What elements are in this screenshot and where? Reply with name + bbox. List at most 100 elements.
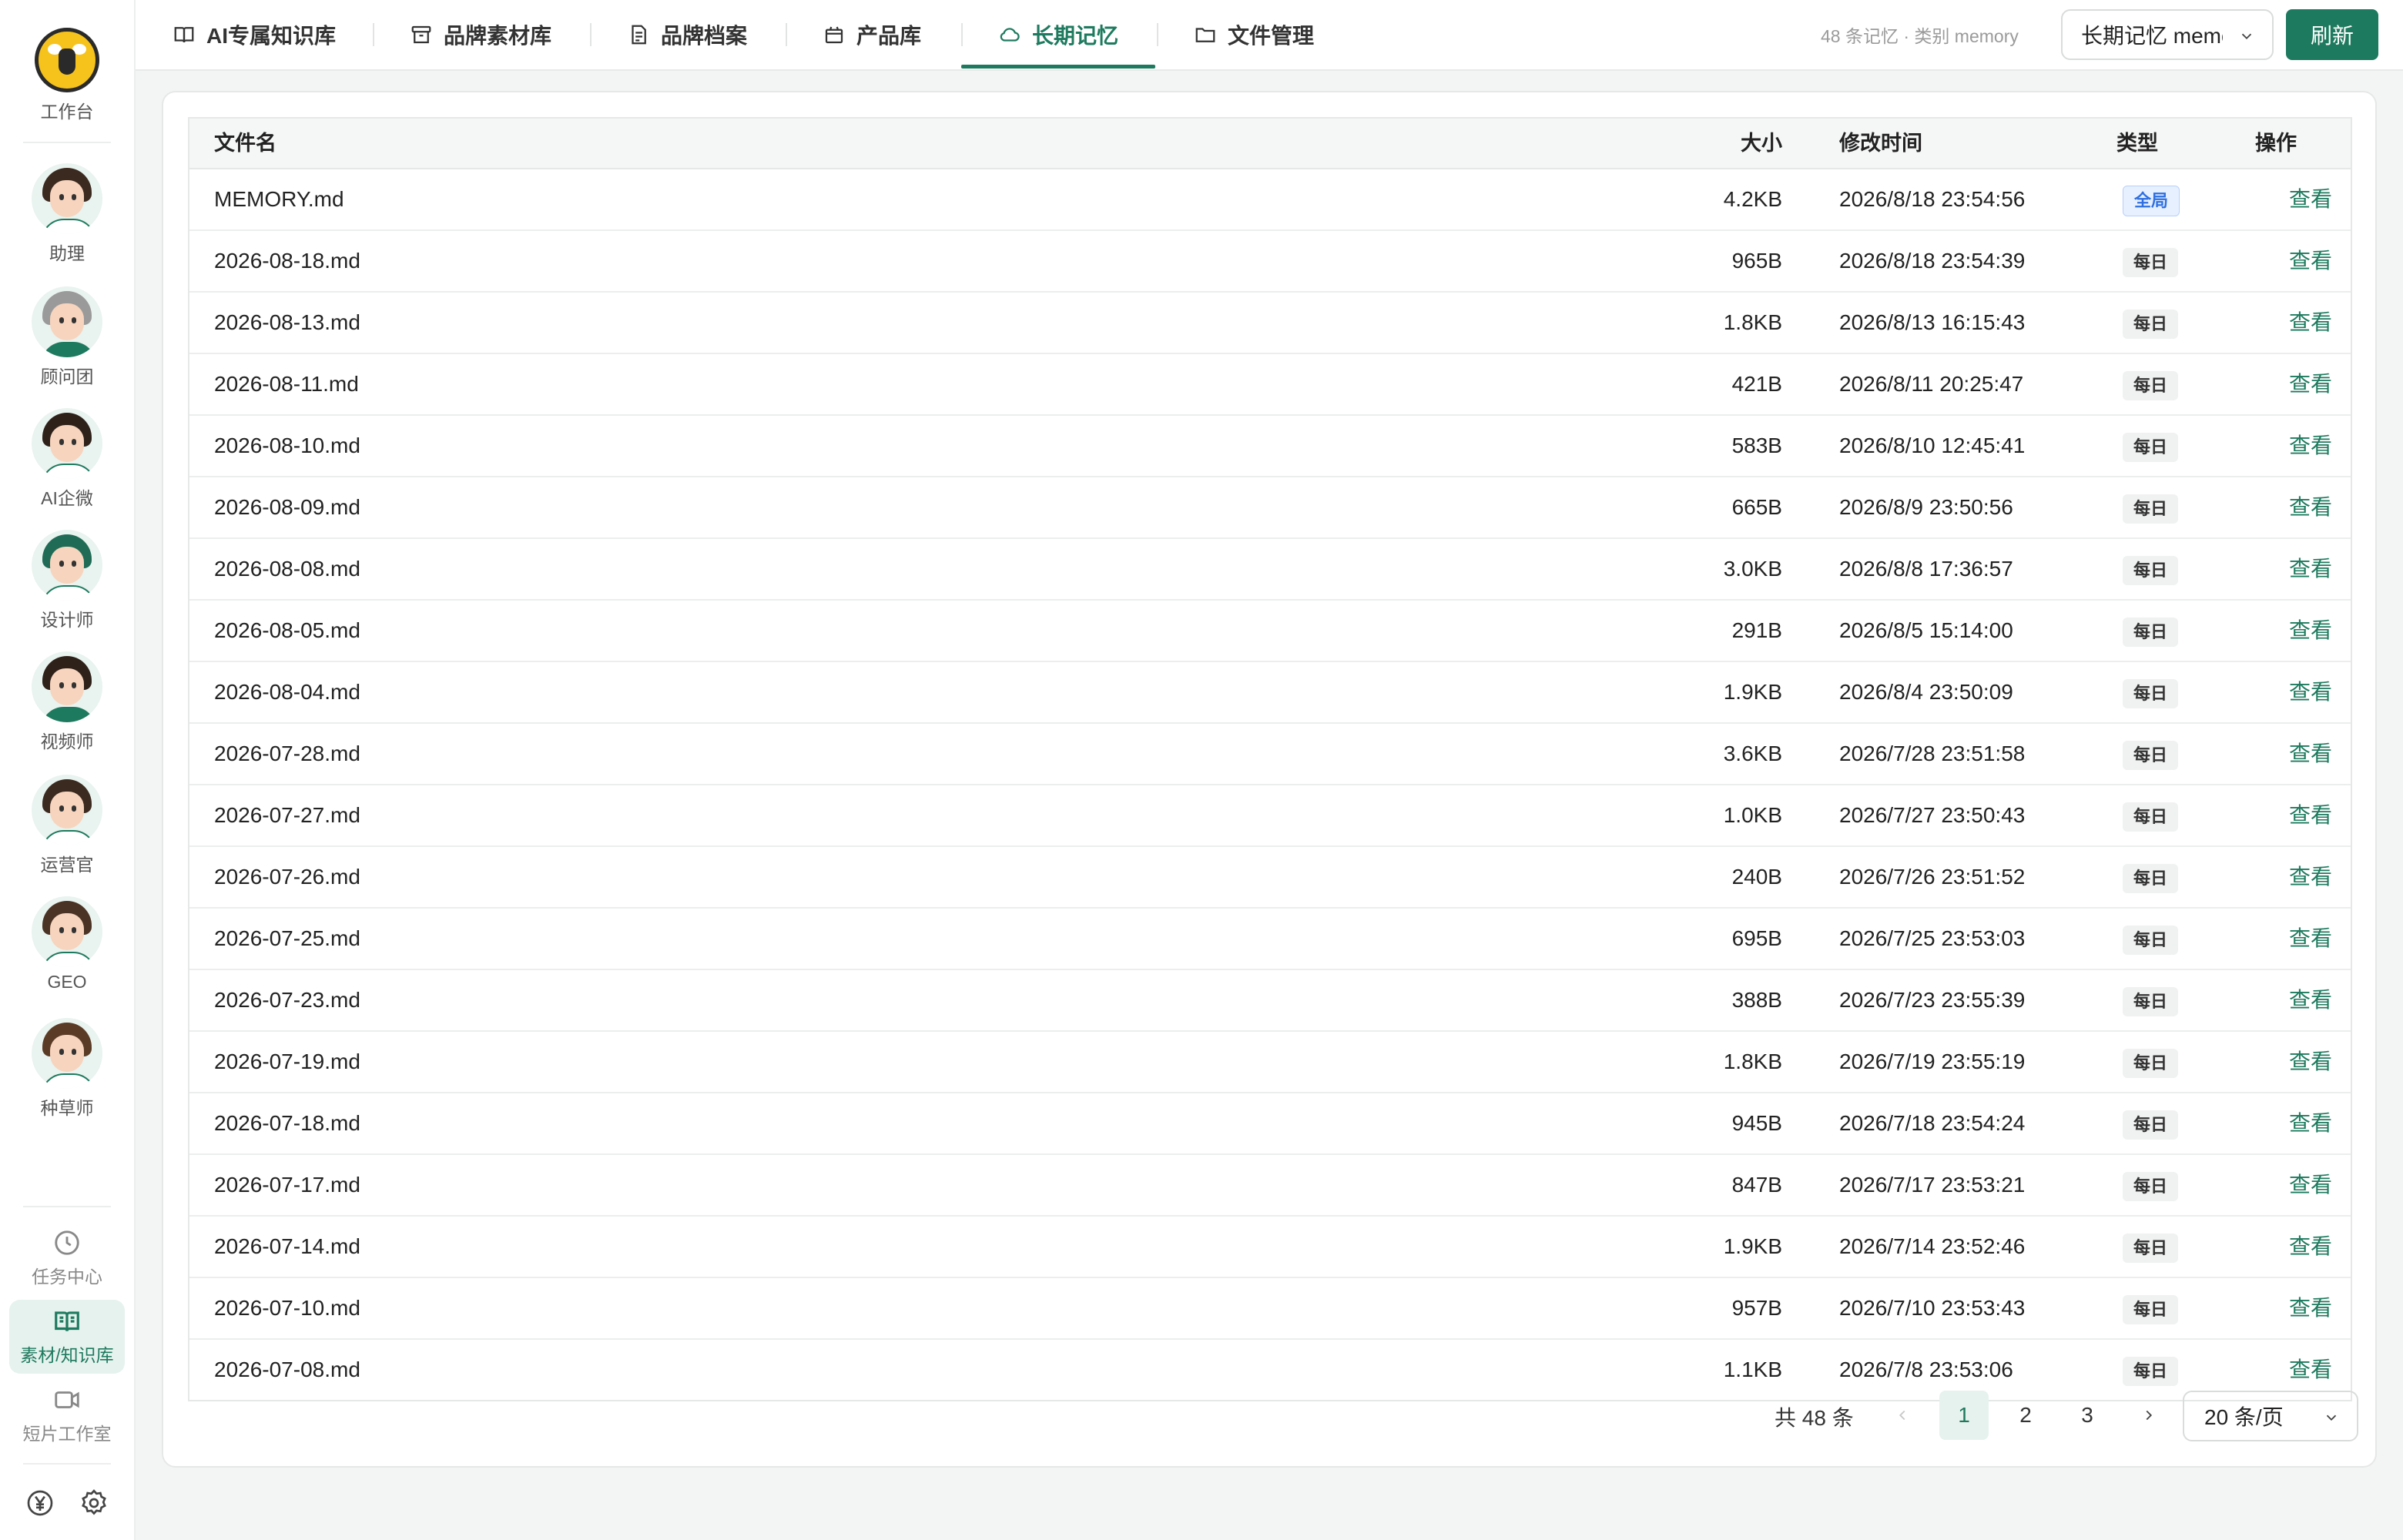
- chevron-right-icon: [2146, 1410, 2153, 1421]
- view-link[interactable]: 查看: [2289, 1050, 2332, 1073]
- workbench-button[interactable]: 工作台: [0, 28, 134, 123]
- view-link[interactable]: 查看: [2289, 680, 2332, 704]
- page-3-button[interactable]: 3: [2063, 1391, 2112, 1440]
- next-page-button[interactable]: [2124, 1391, 2173, 1440]
- page-size-select[interactable]: 20 条/页: [2183, 1391, 2358, 1441]
- cell-modified-time: 2026/8/11 20:25:47: [1839, 372, 2024, 396]
- view-link[interactable]: 查看: [2289, 803, 2332, 827]
- cell-size: 695B: [1731, 926, 1782, 950]
- sidebar-agent-advisor-team[interactable]: 顾问团: [0, 286, 134, 388]
- cell-modified-time: 2026/8/18 23:54:56: [1839, 187, 2026, 211]
- view-link[interactable]: 查看: [2289, 495, 2332, 519]
- tab-brand-assets[interactable]: 品牌素材库: [410, 0, 551, 69]
- page-2-button[interactable]: 2: [2001, 1391, 2050, 1440]
- view-link[interactable]: 查看: [2289, 742, 2332, 765]
- cell-filename: 2026-07-23.md: [214, 988, 360, 1012]
- cell-filename: 2026-07-27.md: [214, 803, 360, 827]
- cell-action: 查看: [2289, 970, 2332, 1030]
- document-icon: [632, 25, 646, 45]
- cell-type: 每日: [2123, 231, 2179, 291]
- sidebar-agent-assistant[interactable]: 助理: [0, 163, 134, 265]
- sidebar-agent-seeding-expert[interactable]: 种草师: [0, 1018, 134, 1120]
- cell-size: 665B: [1731, 495, 1782, 519]
- view-link[interactable]: 查看: [2289, 926, 2332, 950]
- view-link[interactable]: 查看: [2289, 1173, 2332, 1197]
- memory-category-select[interactable]: 长期记忆 memory: [2061, 9, 2274, 60]
- cell-type: 每日: [2123, 477, 2179, 537]
- view-link[interactable]: 查看: [2289, 1234, 2332, 1258]
- type-badge: 每日: [2123, 1294, 2179, 1324]
- prev-page-button[interactable]: [1878, 1391, 1927, 1440]
- table-header: 文件名 大小 修改时间 类型 操作: [189, 119, 2351, 169]
- cell-action: 查看: [2289, 909, 2332, 969]
- folder-icon: [1195, 28, 1215, 42]
- yen-icon[interactable]: [25, 1488, 55, 1518]
- cell-size: 945B: [1731, 1111, 1782, 1135]
- view-link[interactable]: 查看: [2289, 988, 2332, 1012]
- view-link[interactable]: 查看: [2289, 865, 2332, 889]
- view-link[interactable]: 查看: [2289, 434, 2332, 457]
- sidebar-agent-ai-wecom[interactable]: AI企微: [0, 408, 134, 510]
- type-badge: 每日: [2123, 1356, 2179, 1386]
- cell-size: 957B: [1731, 1296, 1782, 1320]
- type-badge: 每日: [2123, 247, 2179, 277]
- type-badge: 每日: [2123, 432, 2179, 462]
- tab-long-term-memory[interactable]: 长期记忆: [998, 0, 1118, 69]
- cell-modified-time: 2026/8/5 15:14:00: [1839, 618, 2013, 642]
- cell-size: 3.0KB: [1723, 557, 1782, 581]
- cell-filename: 2026-08-13.md: [214, 310, 360, 334]
- cell-type: 全局: [2123, 169, 2180, 229]
- table-row: 2026-07-18.md 945B 2026/7/18 23:54:24 每日 查看: [189, 1093, 2351, 1155]
- page-1-button[interactable]: 1: [1939, 1391, 1989, 1440]
- nav-short-video-studio[interactable]: 短片工作室: [9, 1378, 125, 1452]
- chevron-down-icon: [2241, 33, 2252, 40]
- cell-size: 421B: [1731, 372, 1782, 396]
- cell-action: 查看: [2289, 169, 2332, 229]
- cell-filename: 2026-08-11.md: [214, 372, 359, 396]
- view-link[interactable]: 查看: [2289, 1358, 2332, 1381]
- cell-action: 查看: [2289, 662, 2332, 722]
- cell-action: 查看: [2289, 1093, 2332, 1153]
- sidebar-agent-label: 运营官: [40, 855, 94, 875]
- view-link[interactable]: 查看: [2289, 557, 2332, 581]
- cell-modified-time: 2026/8/10 12:45:41: [1839, 434, 2026, 457]
- cell-modified-time: 2026/7/25 23:53:03: [1839, 926, 2026, 950]
- nav-task-center[interactable]: 任务中心: [9, 1221, 125, 1295]
- sidebar-agent-geo[interactable]: GEO: [0, 896, 134, 993]
- refresh-button[interactable]: 刷新: [2286, 9, 2378, 60]
- type-badge: 每日: [2123, 925, 2179, 955]
- view-link[interactable]: 查看: [2289, 187, 2332, 211]
- avatar: [32, 408, 102, 479]
- cell-action: 查看: [2289, 1155, 2332, 1215]
- view-link[interactable]: 查看: [2289, 618, 2332, 642]
- tab-brand-profile[interactable]: 品牌档案: [627, 0, 747, 69]
- tab-ai-knowledge-base[interactable]: AI专属知识库: [173, 0, 336, 69]
- view-link[interactable]: 查看: [2289, 1296, 2332, 1320]
- type-badge: 每日: [2123, 1171, 2179, 1201]
- sidebar-agent-label: 种草师: [40, 1098, 94, 1118]
- archive-icon: [411, 25, 431, 44]
- type-badge: 每日: [2123, 678, 2179, 708]
- gear-icon[interactable]: [79, 1488, 109, 1518]
- table-row: 2026-07-27.md 1.0KB 2026/7/27 23:50:43 每日 查看: [189, 785, 2351, 847]
- cell-modified-time: 2026/7/28 23:51:58: [1839, 742, 2026, 765]
- view-link[interactable]: 查看: [2289, 372, 2332, 396]
- type-badge: 每日: [2123, 1110, 2179, 1140]
- cell-filename: 2026-07-10.md: [214, 1296, 360, 1320]
- cell-type: 每日: [2123, 1032, 2179, 1092]
- cell-filename: 2026-08-09.md: [214, 495, 360, 519]
- workbench-label: 工作台: [40, 102, 94, 122]
- tab-product-library[interactable]: 产品库: [823, 0, 921, 69]
- sidebar-agent-videographer[interactable]: 视频师: [0, 651, 134, 753]
- view-link[interactable]: 查看: [2289, 310, 2332, 334]
- sidebar-agent-designer[interactable]: 设计师: [0, 530, 134, 631]
- cell-filename: 2026-07-26.md: [214, 865, 360, 889]
- view-link[interactable]: 查看: [2289, 1111, 2332, 1135]
- type-badge: 每日: [2123, 740, 2179, 770]
- view-link[interactable]: 查看: [2289, 249, 2332, 273]
- nav-materials-knowledge[interactable]: 素材/知识库: [9, 1300, 125, 1374]
- cell-type: 每日: [2123, 847, 2179, 907]
- video-camera-icon: [55, 1391, 79, 1408]
- sidebar-agent-operations[interactable]: 运营官: [0, 775, 134, 876]
- tab-file-management[interactable]: 文件管理: [1194, 0, 1314, 69]
